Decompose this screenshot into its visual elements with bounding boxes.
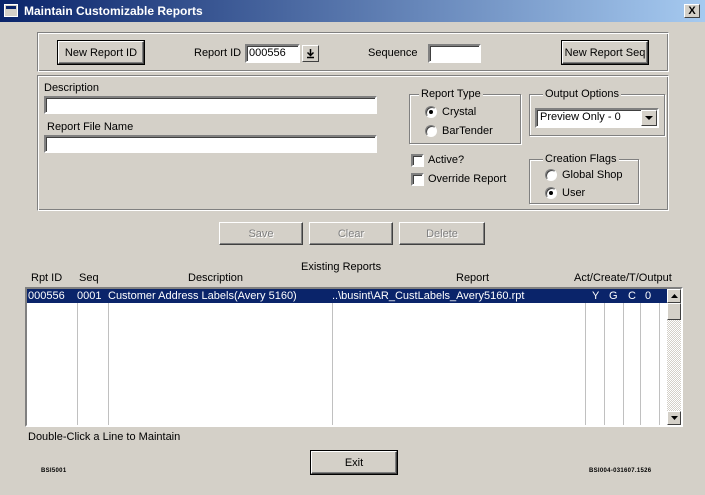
column-divider [77, 289, 78, 425]
clear-button[interactable]: Clear [309, 222, 393, 245]
override-report-label[interactable]: Override Report [428, 173, 506, 185]
existing-reports-title: Existing Reports [301, 261, 382, 273]
active-label[interactable]: Active? [428, 154, 464, 166]
output-options-dropdown-button[interactable] [641, 110, 657, 126]
cell-create: G [609, 290, 618, 302]
download-arrow-icon [306, 49, 315, 59]
column-divider [623, 289, 624, 425]
column-divider [332, 289, 333, 425]
creation-flags-global-shop-label[interactable]: Global Shop [562, 169, 623, 181]
output-options-legend: Output Options [543, 88, 621, 100]
cell-description: Customer Address Labels(Avery 5160) [108, 290, 297, 302]
column-divider [640, 289, 641, 425]
scroll-down-button[interactable] [667, 411, 681, 425]
output-options-value: Preview Only - 0 [540, 111, 621, 123]
window-icon [4, 4, 18, 17]
report-type-legend: Report Type [419, 88, 483, 100]
header-report[interactable]: Report [456, 272, 489, 284]
description-input[interactable] [44, 96, 377, 114]
new-report-id-button[interactable]: New Report ID [58, 41, 144, 64]
existing-reports-list[interactable]: 000556 0001 Customer Address Labels(Aver… [25, 287, 683, 427]
report-id-label: Report ID [194, 47, 242, 59]
description-label: Description [44, 82, 100, 94]
exit-label: Exit [344, 456, 364, 469]
header-rpt-id[interactable]: Rpt ID [31, 272, 62, 284]
new-report-id-label: New Report ID [64, 46, 138, 59]
override-report-checkbox[interactable] [411, 173, 424, 186]
cell-t: C [628, 290, 636, 302]
clear-label: Clear [337, 227, 365, 240]
table-row[interactable]: 000556 0001 Customer Address Labels(Aver… [27, 289, 681, 303]
hint-text: Double-Click a Line to Maintain [28, 431, 181, 443]
delete-button[interactable]: Delete [399, 222, 485, 245]
chevron-down-icon [645, 115, 653, 120]
new-report-seq-button[interactable]: New Report Seq [562, 41, 648, 64]
form-code-left: BSI5001 [41, 468, 67, 474]
active-checkbox[interactable] [411, 154, 424, 167]
column-divider [604, 289, 605, 425]
header-flags[interactable]: Act/Create/T/Output [574, 272, 672, 284]
exit-button[interactable]: Exit [311, 451, 397, 474]
report-type-crystal-label[interactable]: Crystal [442, 106, 476, 118]
column-divider [659, 289, 660, 425]
cell-rpt-id: 000556 [28, 290, 65, 302]
column-divider [585, 289, 586, 425]
column-divider [108, 289, 109, 425]
creation-flags-legend: Creation Flags [543, 153, 619, 165]
report-type-bartender-radio[interactable] [425, 125, 437, 137]
save-label: Save [248, 227, 274, 240]
report-type-crystal-radio[interactable] [425, 106, 437, 118]
report-file-name-label: Report File Name [47, 121, 134, 133]
cell-seq: 0001 [77, 290, 102, 302]
new-report-seq-label: New Report Seq [564, 46, 646, 59]
cell-act: Y [592, 290, 600, 302]
creation-flags-user-radio[interactable] [545, 187, 557, 199]
creation-flags-user-label[interactable]: User [562, 187, 585, 199]
delete-label: Delete [426, 227, 458, 240]
sequence-label: Sequence [368, 47, 418, 59]
cell-report: ..\busint\AR_CustLabels_Avery5160.rpt [332, 290, 525, 302]
header-seq[interactable]: Seq [79, 272, 99, 284]
cell-output: 0 [645, 290, 652, 302]
creation-flags-global-shop-radio[interactable] [545, 169, 557, 181]
report-id-lookup-button[interactable] [302, 45, 319, 62]
report-type-bartender-label[interactable]: BarTender [442, 125, 493, 137]
close-button[interactable]: X [684, 4, 700, 18]
report-id-input[interactable]: 000556 [245, 44, 300, 63]
scroll-up-button[interactable] [667, 289, 681, 303]
window-title: Maintain Customizable Reports [24, 4, 203, 18]
scroll-up-arrow-icon [670, 294, 678, 298]
save-button[interactable]: Save [219, 222, 303, 245]
header-description[interactable]: Description [188, 272, 243, 284]
form-code-right: BSI004-031607.1526 [589, 468, 652, 474]
sequence-input[interactable] [428, 44, 481, 63]
scroll-down-arrow-icon [670, 416, 678, 420]
scroll-thumb[interactable] [667, 303, 681, 320]
report-file-name-input[interactable] [44, 135, 377, 153]
